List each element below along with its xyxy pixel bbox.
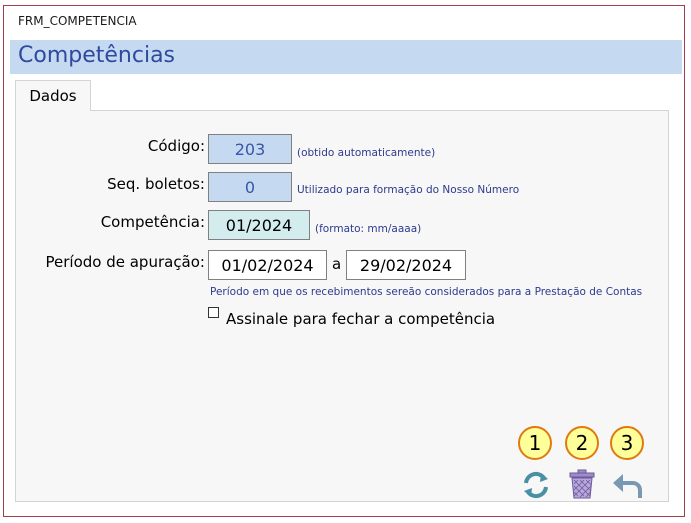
page-title: Competências (18, 43, 176, 68)
periodo-end-field[interactable]: 29/02/2024 (346, 250, 466, 280)
codigo-hint: (obtido automaticamente) (297, 147, 436, 159)
trash-icon (569, 469, 595, 499)
periodo-label: Período de apuração: (45, 253, 206, 271)
competencia-label: Competência: (100, 213, 205, 231)
undo-button[interactable] (611, 470, 643, 502)
badge-2: 2 (565, 426, 599, 460)
refresh-icon (524, 471, 548, 499)
competencia-field[interactable]: 01/2024 (208, 210, 310, 240)
seq-boletos-field[interactable]: 0 (208, 172, 292, 202)
undo-icon (613, 474, 642, 498)
badge-1: 1 (518, 426, 552, 460)
badge-3: 3 (610, 426, 644, 460)
seq-boletos-label: Seq. boletos: (107, 175, 205, 193)
delete-button[interactable] (566, 468, 598, 500)
refresh-button[interactable] (520, 469, 552, 501)
periodo-hint: Período em que os recebimentos sereão co… (210, 286, 643, 298)
codigo-field[interactable]: 203 (208, 134, 292, 164)
seq-boletos-hint: Utilizado para formação do Nosso Número (297, 184, 520, 196)
header-band: Competências (10, 40, 682, 74)
periodo-separator: a (332, 255, 342, 273)
codigo-label: Código: (147, 137, 205, 155)
window-title: FRM_COMPETENCIA (18, 14, 137, 28)
periodo-start-field[interactable]: 01/02/2024 (208, 250, 327, 280)
fechar-competencia-checkbox[interactable] (208, 307, 219, 318)
tab-dados[interactable]: Dados (15, 80, 91, 111)
competencia-hint: (formato: mm/aaaa) (315, 223, 422, 235)
fechar-competencia-label: Assinale para fechar a competência (226, 310, 496, 328)
